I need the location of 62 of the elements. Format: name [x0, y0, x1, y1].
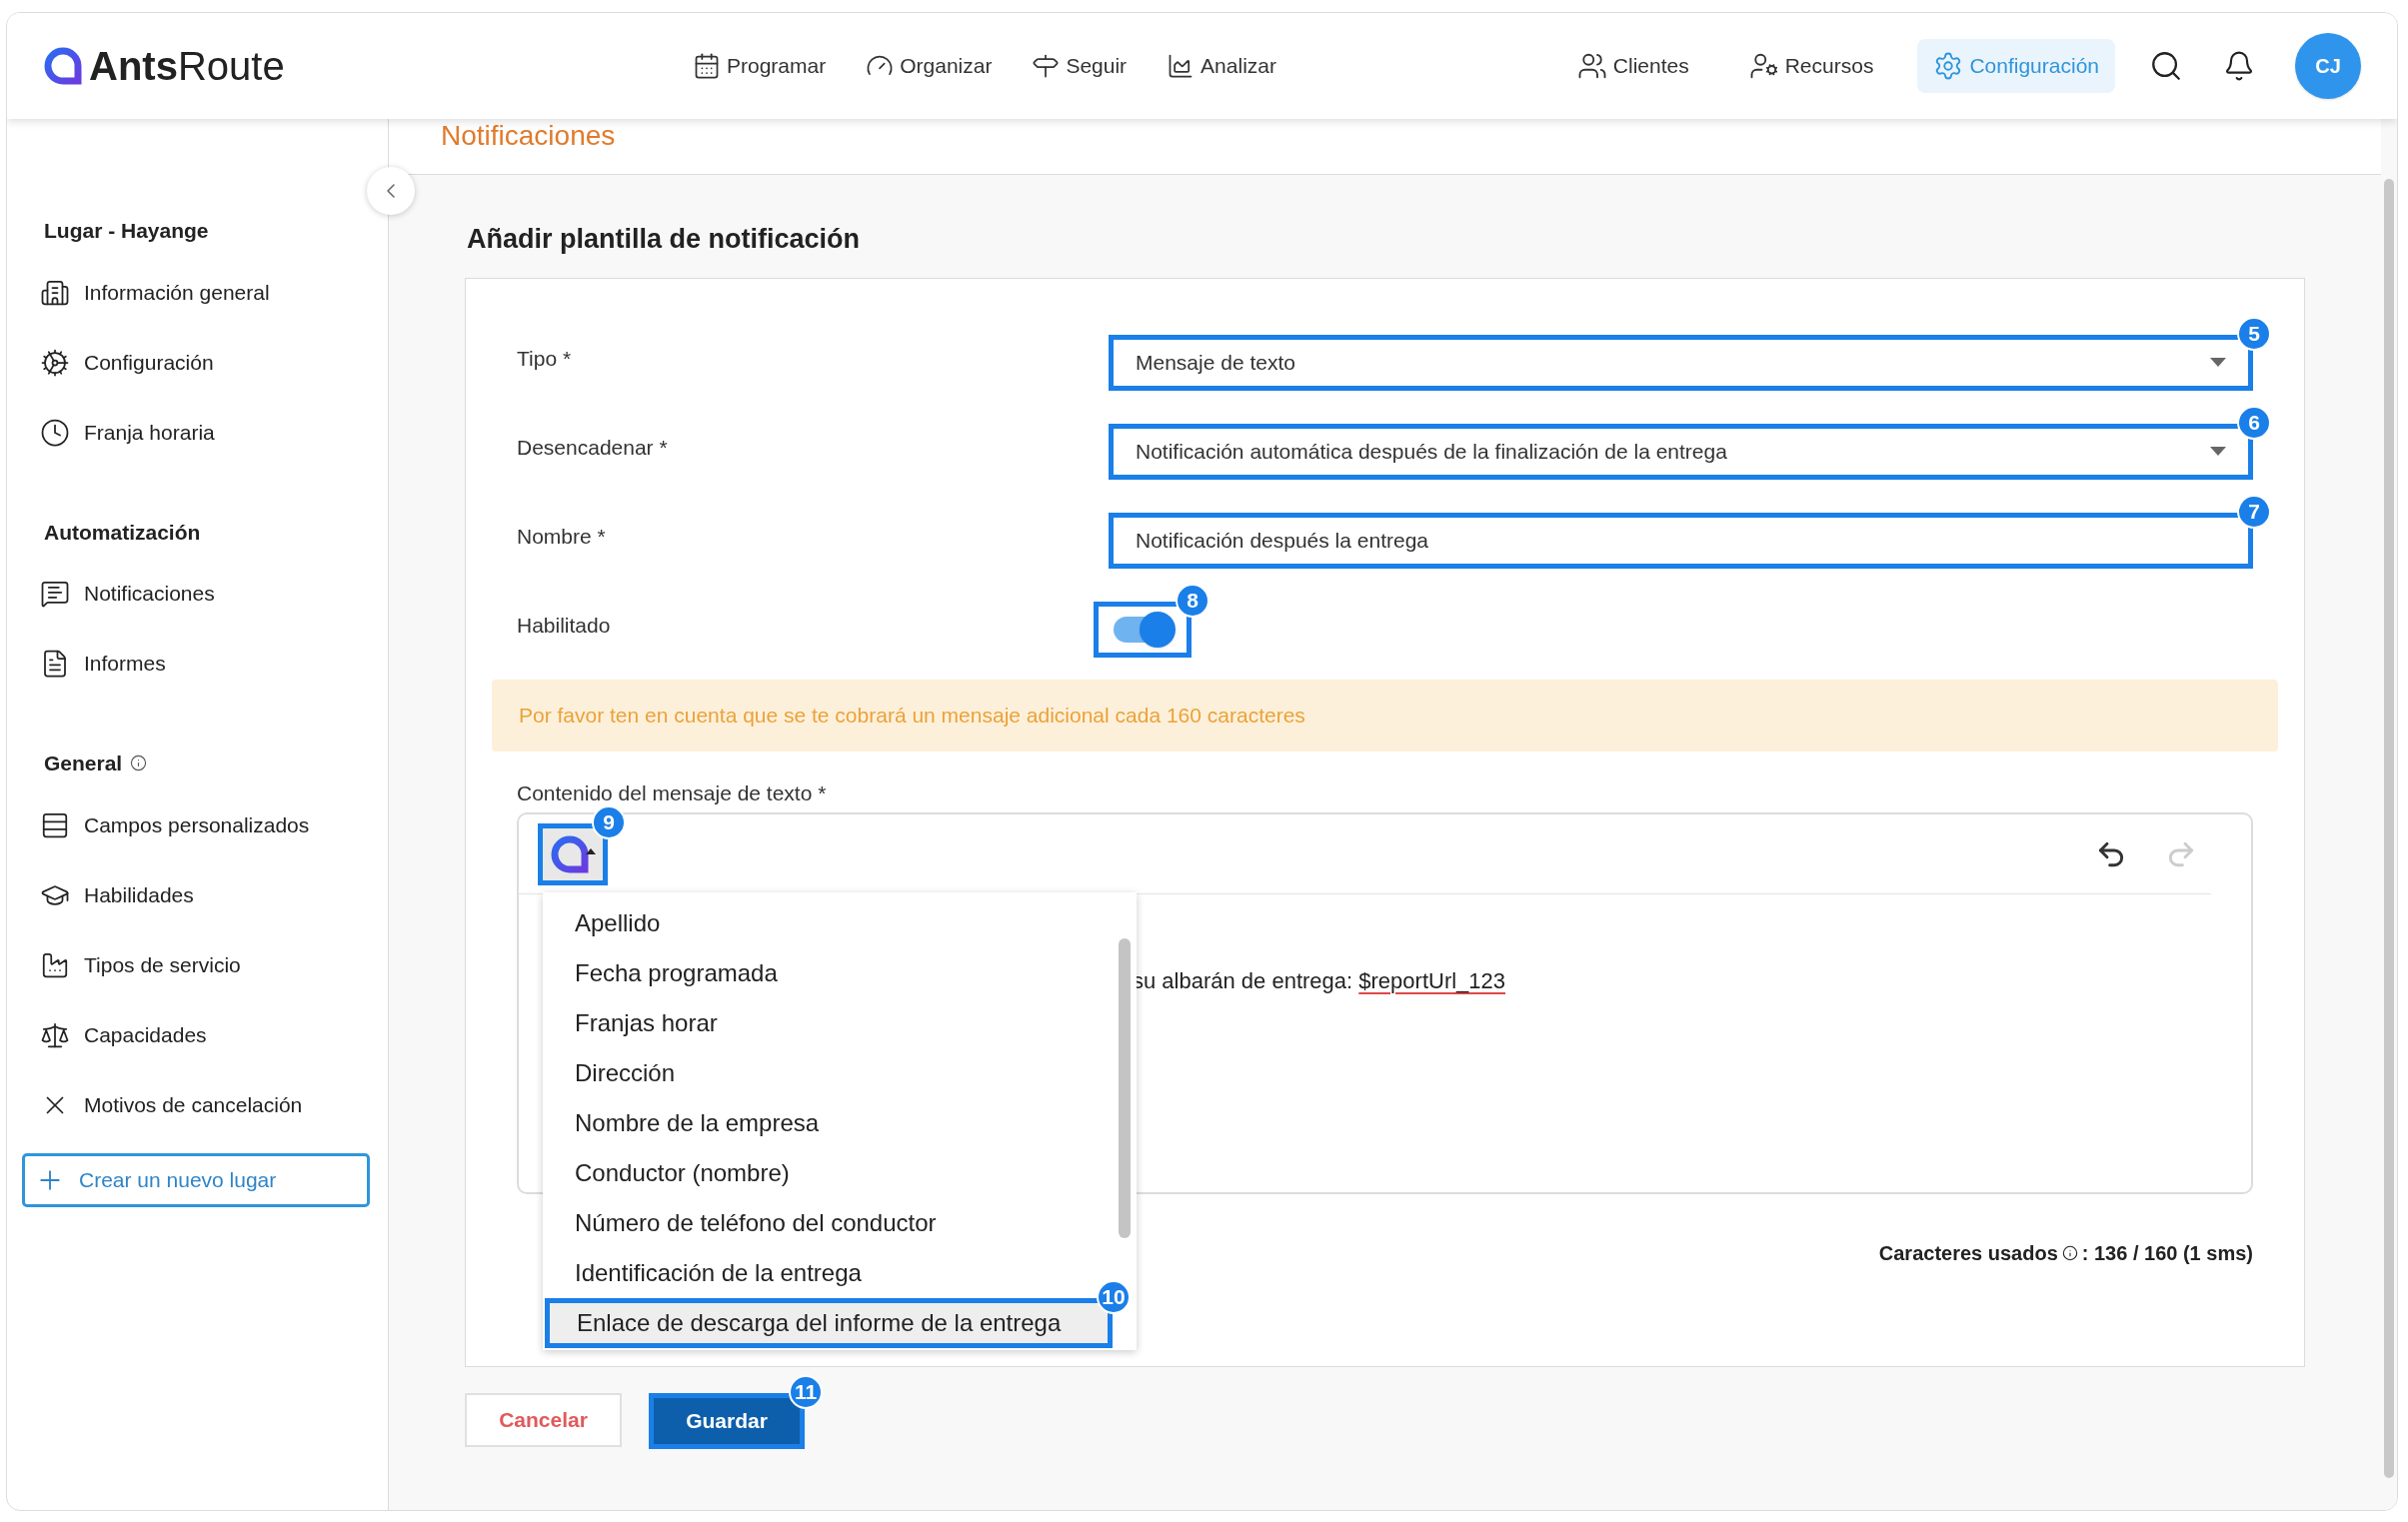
section-heading: Automatización	[44, 519, 201, 546]
cancel-button[interactable]: Cancelar	[465, 1392, 622, 1447]
clock-icon	[40, 417, 70, 448]
counter-value: : 136 / 160 (1 sms)	[2081, 1241, 2253, 1266]
step-badge: 7	[2237, 494, 2271, 529]
info-icon	[2061, 1245, 2078, 1261]
step-badge: 9	[592, 805, 626, 839]
page-title: Notificaciones	[441, 119, 616, 153]
caret-icon	[2210, 447, 2226, 456]
search-icon[interactable]	[2149, 49, 2183, 83]
step-badge: 6	[2237, 405, 2271, 440]
section-heading: Lugar - Hayange	[44, 218, 209, 244]
chat-icon	[40, 579, 70, 609]
caret-up-icon	[586, 848, 596, 854]
users-icon	[1576, 51, 1607, 81]
step-badge: 10	[1097, 1279, 1131, 1314]
nav-link[interactable]: Analizar	[1167, 50, 1276, 82]
logo-icon	[550, 834, 590, 874]
nav-link[interactable]: Seguir	[1032, 50, 1128, 82]
step-badge: 8	[1176, 583, 1209, 618]
menu-item[interactable]: Fecha programada	[543, 947, 1103, 998]
logo-text: AntsRoute	[89, 43, 285, 90]
sidebar-item[interactable]: Tipos de servicio	[22, 942, 372, 987]
sidebar-item[interactable]: Motivos de cancelación	[22, 1082, 372, 1127]
menu-item[interactable]: Nombre de la empresa	[543, 1097, 1103, 1148]
caret-icon	[2210, 358, 2226, 367]
page-scrollbar[interactable]	[2384, 179, 2394, 1478]
notice-banner: Por favor ten en cuenta que se te cobrará un mensaje adicional cada 160 caracteres	[492, 679, 2278, 752]
nav-link[interactable]: Organizar	[866, 50, 993, 82]
new-place-button[interactable]: Crear un nuevo lugar	[22, 1152, 370, 1207]
counter-label: Caracteres usados	[1878, 1241, 2058, 1266]
menu-item[interactable]: Apellido	[543, 897, 1103, 948]
field-label: Desencadenar *	[517, 434, 669, 461]
nav-link[interactable]: Clientes	[1560, 39, 1705, 93]
bell-icon[interactable]	[2223, 50, 2255, 82]
sidebar-item[interactable]: Configuración	[22, 340, 372, 385]
field-label: Contenido del mensaje de texto *	[517, 779, 827, 806]
field-label: Nombre *	[517, 523, 607, 550]
section-heading: General	[44, 751, 123, 776]
info-icon	[130, 755, 148, 772]
scrollbar-thumb[interactable]	[1119, 937, 1131, 1238]
sidebar-item[interactable]: Capacidades	[22, 1012, 372, 1057]
sidebar-item[interactable]: Notificaciones	[22, 572, 372, 616]
calendar-icon	[693, 52, 721, 80]
sidebar-item[interactable]: Campos personalizados	[22, 802, 372, 847]
menu-item[interactable]: Franjas horar	[543, 997, 1103, 1048]
sidebar-item[interactable]: Información general	[22, 270, 372, 315]
step-badge: 5	[2237, 316, 2271, 351]
menu-item[interactable]: Dirección	[543, 1047, 1103, 1098]
logo-icon	[43, 46, 83, 86]
sidebar-item[interactable]: Franja horaria	[22, 410, 372, 455]
menu-item[interactable]: Número de teléfono del conductor	[543, 1197, 1103, 1248]
signpost-icon	[1032, 52, 1061, 80]
nav-link[interactable]: Recursos	[1732, 39, 1890, 93]
step-badge: 11	[789, 1374, 823, 1409]
sidebar-item[interactable]: Habilidades	[22, 872, 372, 917]
sidebar-item[interactable]: Informes	[22, 642, 372, 686]
nav-link[interactable]: Programar	[693, 50, 827, 82]
field-label: Tipo *	[517, 345, 573, 372]
field-label: Habilitado	[517, 612, 612, 639]
user-gear-icon	[1748, 51, 1779, 81]
form-title: Añadir plantilla de notificación	[467, 223, 862, 256]
